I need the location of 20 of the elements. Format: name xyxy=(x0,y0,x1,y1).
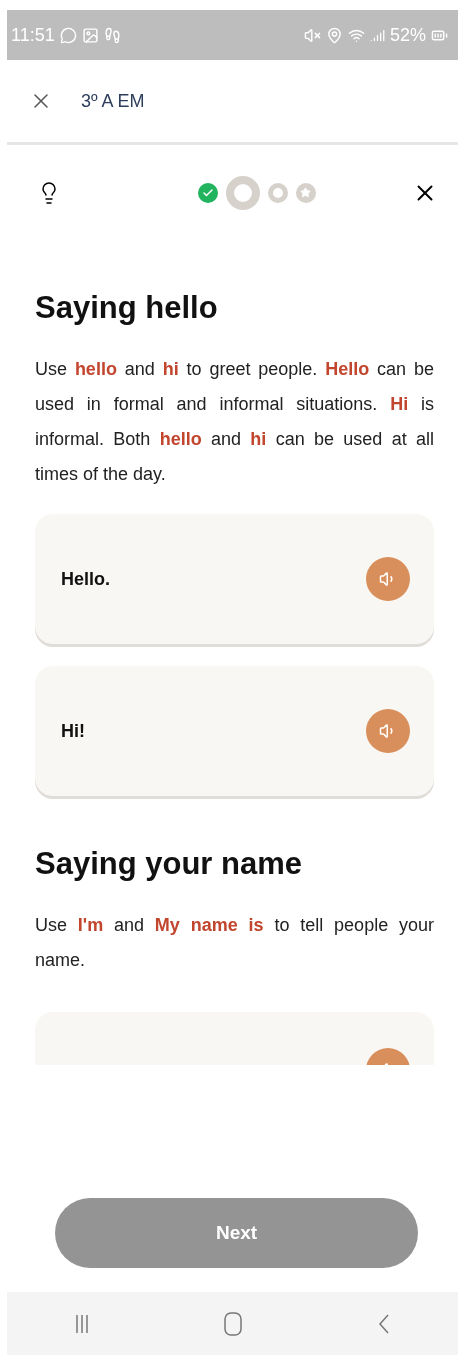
home-icon[interactable] xyxy=(224,1311,243,1336)
star-icon xyxy=(300,187,311,198)
location-icon xyxy=(325,26,343,44)
play-audio-button[interactable] xyxy=(366,557,410,601)
section-title: Saying hello xyxy=(35,290,219,326)
section-text: Use I'm and My name is to tell people your name. xyxy=(35,914,434,972)
back-icon[interactable] xyxy=(378,1312,391,1335)
play-audio-button[interactable] xyxy=(366,709,410,753)
signal-icon xyxy=(369,27,385,43)
section-title: Saying your name xyxy=(35,846,304,882)
recent-apps-icon[interactable] xyxy=(74,1313,89,1334)
section-text: Use hello and hi to greet people. Hello can be used in formal and informal situations. Hi is informal. Both hello and hi can be used at all times of the day. xyxy=(35,358,434,486)
chat-icon xyxy=(59,26,77,44)
header-title: 3º A EM xyxy=(81,90,145,112)
image-icon xyxy=(81,26,99,44)
battery-level: 52% xyxy=(389,24,426,46)
phrase-text: Hello. xyxy=(61,568,110,590)
phrase-text: Hi! xyxy=(61,720,85,742)
mute-icon xyxy=(303,26,321,44)
status-time: 11:51 xyxy=(11,24,55,46)
